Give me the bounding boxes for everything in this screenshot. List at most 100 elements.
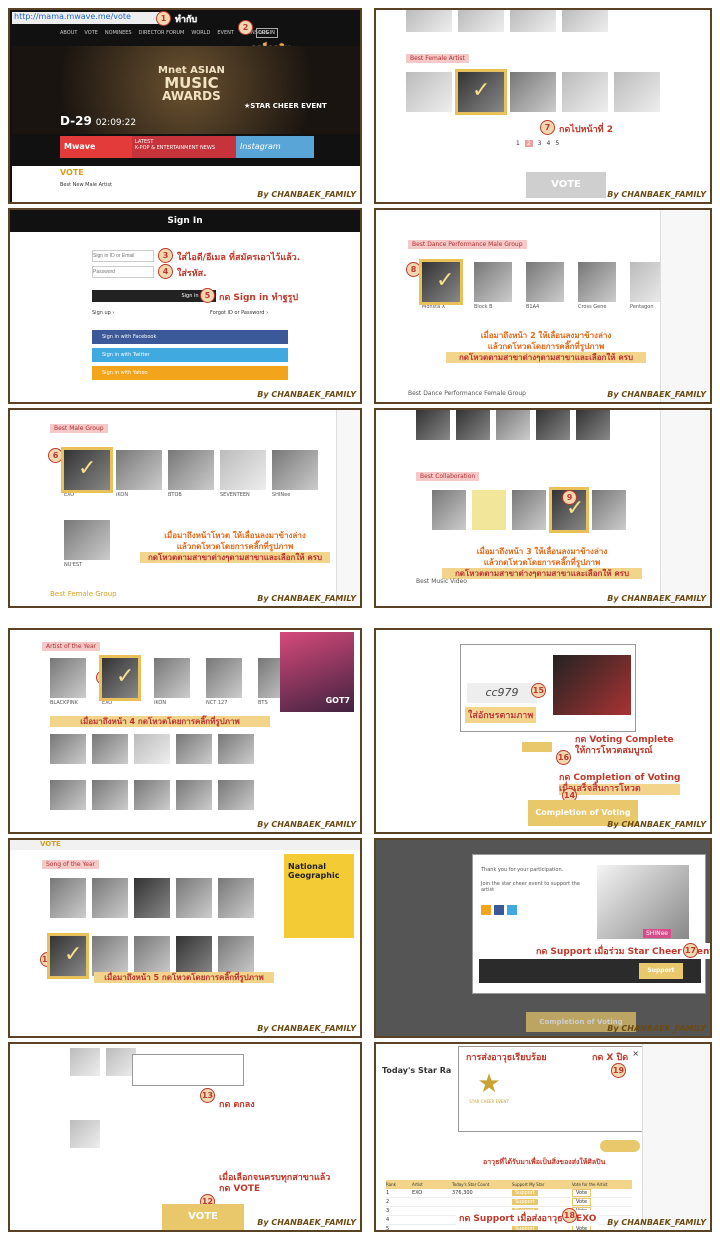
step-16-marker: 16 [556,750,571,765]
nominee-grid [50,734,254,764]
category-label: Best Dance Performance Male Group [408,240,527,249]
signature: By CHANBAEK_FAMILY [607,1218,706,1227]
nominee-cross-gene[interactable]: Cross Gene [578,262,624,310]
panel-final-vote: 13 กด ตกลง เมื่อเลือกจนครบทุกสาขาแล้ว กด … [8,1042,362,1232]
countdown-time: 02:09:22 [95,118,137,128]
nav-director-forum[interactable]: DIRECTOR FORUM [139,30,185,36]
id-input[interactable] [92,250,154,262]
instruction-note: เมื่อมาถึงหน้าโหวต ให้เลื่อนลงมาข้างล่าง… [140,530,330,563]
nominee-ikon[interactable]: iKON [154,658,200,706]
vote-button[interactable]: Vote [572,1189,592,1197]
nav-event[interactable]: EVENT [217,30,234,36]
nominee-row [406,69,660,115]
signature: By CHANBAEK_FAMILY [257,390,356,399]
signature: By CHANBAEK_FAMILY [607,594,706,603]
nominee-nuest[interactable]: NU'EST [64,520,110,568]
vote-button[interactable]: Vote [572,1198,592,1206]
password-input[interactable] [92,266,154,278]
url-bar[interactable]: http://mama.mwave.me/vote [12,12,160,24]
support-button[interactable]: Support [639,963,683,979]
twitter-icon[interactable] [507,905,517,915]
signup-link[interactable]: Sign up › [92,310,114,316]
next-category: Best Female Group [50,590,117,598]
share-icon[interactable] [481,905,491,915]
step-2-marker: 2 [238,20,253,35]
success-title: การส่งอาวุธเรียบร้อย [463,1049,550,1065]
password-note: ใส่รหัส. [174,265,210,281]
top-nav: ABOUT VOTE NOMINEES DIRECTOR FORUM WORLD… [60,30,269,36]
facebook-icon[interactable] [494,905,504,915]
news-banner[interactable]: LATEST K-POP & ENTERTAINMENT NEWS [132,136,236,158]
signature: By CHANBAEK_FAMILY [257,190,356,199]
voting-complete-button[interactable] [522,742,552,752]
best-new-male-label: Best New Male Artist [60,182,112,188]
panel-signin: Sign In 3 ใส่ไอดี/อีเมล ที่สมัครเอาไว้แล… [8,208,362,404]
forgot-link[interactable]: Forgot ID or Password › [210,310,268,316]
nominee-nct127[interactable]: NCT 127 [206,658,252,706]
nominee-exo[interactable]: EXO [61,447,113,498]
share-icons [481,905,517,915]
nav-world[interactable]: WORLD [191,30,210,36]
signature: By CHANBAEK_FAMILY [257,594,356,603]
vote-button[interactable]: VOTE [526,172,606,198]
vote-button[interactable]: Vote [572,1225,592,1230]
mwave-banner[interactable]: Mwave [60,136,132,158]
nav-vote[interactable]: VOTE [84,30,97,36]
page-2[interactable]: 2 [524,140,533,147]
step-9-marker: 9 [562,490,577,505]
nominee-seventeen[interactable]: SEVENTEEN [220,450,266,498]
signature: By CHANBAEK_FAMILY [607,190,706,199]
nominee-shinee[interactable]: SHINee [272,450,318,498]
page-1[interactable]: 1 [516,140,520,147]
nominee-blackpink[interactable]: BLACKPINK [50,658,96,706]
top-row [406,10,608,32]
nominee-monsta-x[interactable]: Monsta X [419,259,468,310]
nav-nominees[interactable]: NOMINEES [105,30,132,36]
side-column [660,210,710,402]
login-button[interactable]: LOGIN [256,28,278,38]
pagination: 1 2 3 4 5 [516,140,559,147]
nominee-btob[interactable]: BTOB [168,450,214,498]
nominee-row [50,878,254,918]
star-cheer-button[interactable] [600,1140,640,1152]
countdown-days: D-29 [60,114,92,128]
page-note: กดไปหน้าที่ 2 [556,121,616,137]
today-heading: Today's Star Ra [382,1066,452,1075]
page-5[interactable]: 5 [555,140,559,147]
panel-collaboration: Best Collaboration 9 เมื่อมาถึงหน้า 3 ให… [374,408,712,608]
close-icon[interactable]: × [632,1049,639,1058]
nav-about[interactable]: ABOUT [60,30,77,36]
vote-button[interactable]: VOTE [162,1204,244,1230]
modal-thanks: Thank you for your participation. [481,867,564,873]
instagram-banner[interactable]: Instagram [236,136,314,158]
instruction-note: เมื่อมาถึงหน้า 5 กดโหวตโดยการคลิ๊กที่รูป… [94,972,274,983]
weapon-note: อาวุธที่ได้รับมาเพื่อเป็นสิ่งของส่งให้ศิ… [480,1156,609,1169]
panel-voting-complete: cc979 15 ใส่อักษรตามภาพ 16 กด Voting Com… [374,628,712,834]
panel-dance-male: Best Dance Performance Male Group 8 Mons… [374,208,712,404]
artist-tag: SHINee [643,929,671,938]
side-ad[interactable]: GOT7 [280,632,354,712]
instruction-note: เมื่อมาถึงหน้า 3 ให้เลื่อนลงมาข้างล่าง แ… [442,546,642,579]
support-button[interactable]: Support [512,1190,538,1196]
support-button[interactable]: Support [512,1226,538,1230]
twitter-button[interactable]: Sign in with Twitter [92,348,288,362]
page-3[interactable]: 3 [538,140,542,147]
category-label: Best Female Artist [406,54,469,63]
yahoo-button[interactable]: Sign in with Yahoo [92,366,288,380]
page-4[interactable]: 4 [546,140,550,147]
nominee-block-b[interactable]: Block B [474,262,520,310]
mama-logo: Mnet ASIAN MUSIC AWARDS [158,65,225,103]
facebook-button[interactable]: Sign in with Facebook [92,330,288,344]
category-label: Song of the Year [42,860,100,869]
star-cheer-link[interactable]: ★STAR CHEER EVENT [244,102,327,110]
nominee-exo[interactable]: EXO [99,655,148,706]
nominee-single[interactable] [70,1120,100,1148]
step-13-marker: 13 [200,1088,215,1103]
nominee-b1a4[interactable]: B1A4 [526,262,572,310]
step-4-marker: 4 [158,264,173,279]
support-button[interactable]: Support [512,1199,538,1205]
captcha-modal: cc979 15 ใส่อักษรตามภาพ [460,644,636,732]
nominee-ikon[interactable]: iKON [116,450,162,498]
url-note: ทำกับ [175,15,198,25]
side-ad[interactable]: National Geographic [284,854,354,938]
